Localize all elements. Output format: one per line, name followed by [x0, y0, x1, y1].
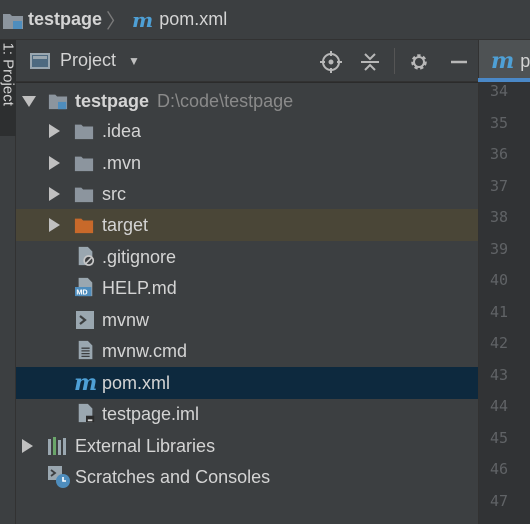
project-tree: testpage D:\code\testpage .idea .mvn src …	[16, 83, 478, 524]
navigation-bar: testpage 〉 m pom.xml	[0, 0, 530, 40]
line-number: 40	[489, 271, 508, 289]
expand-arrow-icon[interactable]	[49, 156, 60, 170]
tree-node-help-md[interactable]: MD HELP.md	[16, 272, 478, 304]
line-number: 38	[489, 208, 508, 226]
folder-icon	[74, 187, 94, 203]
expand-arrow-icon[interactable]	[49, 124, 60, 138]
line-number: 47	[489, 492, 508, 510]
root-path: D:\code\testpage	[157, 90, 294, 111]
root-name: testpage	[75, 90, 150, 111]
tree-node-pom-xml[interactable]: m pom.xml	[16, 367, 478, 399]
project-folder-icon	[48, 94, 68, 110]
chevron-down-icon[interactable]: ▼	[128, 54, 140, 68]
tree-node-target[interactable]: target	[16, 209, 478, 241]
maven-icon: m	[132, 7, 154, 32]
tree-node-mvnw-cmd[interactable]: mvnw.cmd	[16, 335, 478, 367]
header-divider	[394, 48, 395, 74]
project-view-icon	[30, 52, 50, 69]
tree-node-label: HELP.md	[102, 277, 177, 298]
line-number: 42	[489, 334, 508, 352]
tree-node-root[interactable]: testpage D:\code\testpage	[16, 85, 478, 117]
tree-node-label: src	[102, 183, 126, 204]
tree-node-idea[interactable]: .idea	[16, 115, 478, 147]
library-icon	[48, 437, 66, 455]
project-tool-tab-label: 1: Project	[0, 42, 17, 106]
tree-node-gitignore[interactable]: .gitignore	[16, 241, 478, 273]
folder-icon	[74, 156, 94, 172]
text-file-icon	[78, 340, 93, 360]
maven-icon: m	[491, 48, 515, 74]
line-number: 41	[489, 303, 508, 321]
tree-node-label: testpage.iml	[102, 403, 200, 424]
tree-node-mvn[interactable]: .mvn	[16, 147, 478, 179]
breadcrumb-project[interactable]: testpage	[28, 9, 102, 30]
tree-node-src[interactable]: src	[16, 178, 478, 210]
line-number: 46	[489, 460, 508, 478]
gitignore-file-icon	[78, 246, 95, 266]
collapse-all-icon[interactable]	[358, 50, 382, 74]
tool-window-strip: 1: Project	[0, 40, 17, 524]
expand-arrow-icon[interactable]	[49, 218, 60, 232]
project-tool-header: Project ▼	[16, 40, 478, 82]
line-number: 34	[489, 82, 508, 100]
tree-node-label: mvnw.cmd	[102, 340, 188, 361]
tree-node-label: testpage D:\code\testpage	[75, 91, 293, 112]
line-number: 39	[489, 240, 508, 258]
editor-tab-label: p	[520, 50, 530, 71]
breadcrumb-file[interactable]: pom.xml	[159, 9, 227, 30]
line-number: 45	[489, 429, 508, 447]
hide-icon[interactable]	[447, 50, 471, 74]
project-view-selector[interactable]: Project	[60, 50, 116, 71]
line-number: 44	[489, 397, 508, 415]
tree-node-label: mvnw	[102, 309, 150, 330]
expand-arrow-icon[interactable]	[22, 96, 36, 107]
folder-orange-icon	[74, 218, 94, 234]
project-folder-icon	[3, 13, 23, 29]
svg-text:MD: MD	[76, 288, 87, 297]
scratches-icon	[48, 466, 70, 488]
editor-gutter: 34 35 36 37 38 39 40 41 42 43 44 45 46 4…	[478, 82, 530, 524]
tree-node-external-libraries[interactable]: External Libraries	[16, 430, 478, 462]
maven-icon: m	[74, 370, 98, 396]
tree-node-label: Scratches and Consoles	[75, 466, 271, 487]
folder-icon	[74, 124, 94, 140]
tree-node-label: .idea	[102, 120, 142, 141]
editor-tab-pom[interactable]: m p	[478, 40, 530, 82]
gear-icon[interactable]	[407, 50, 431, 74]
shell-file-icon	[76, 311, 94, 329]
tree-node-label: .gitignore	[102, 246, 177, 267]
tree-node-label: target	[102, 214, 149, 235]
tree-node-label: pom.xml	[102, 372, 171, 393]
tree-node-label: External Libraries	[75, 435, 216, 456]
tree-node-scratches[interactable]: Scratches and Consoles	[16, 461, 478, 493]
line-number: 43	[489, 366, 508, 384]
line-number: 37	[489, 177, 508, 195]
iml-file-icon	[78, 403, 95, 423]
expand-arrow-icon[interactable]	[22, 439, 33, 453]
locate-icon[interactable]	[319, 50, 343, 74]
tree-node-mvnw[interactable]: mvnw	[16, 304, 478, 336]
tree-node-testpage-iml[interactable]: testpage.iml	[16, 398, 478, 430]
tree-node-label: .mvn	[102, 152, 142, 173]
markdown-file-icon: MD	[75, 277, 93, 297]
breadcrumb-separator: 〉	[106, 11, 127, 33]
expand-arrow-icon[interactable]	[49, 187, 60, 201]
line-number: 36	[489, 145, 508, 163]
line-number: 35	[489, 114, 508, 132]
project-tool-tab[interactable]: 1: Project	[0, 40, 17, 136]
